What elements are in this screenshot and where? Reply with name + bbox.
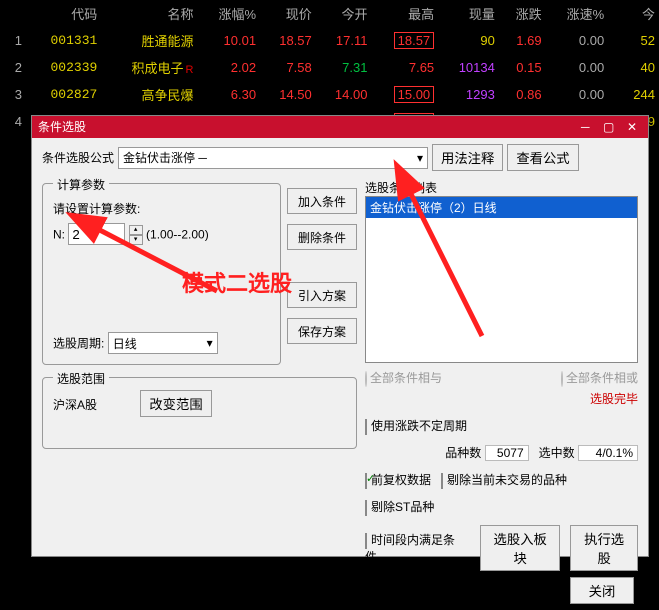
table-row[interactable]: 3002827高争民爆6.3014.5014.0015.0012930.860.…	[0, 81, 659, 108]
chk-excl-nontrading[interactable]: 剔除当前未交易的品种	[441, 471, 567, 488]
delete-condition-button[interactable]: 删除条件	[287, 224, 357, 250]
dialog-title: 条件选股	[38, 116, 86, 138]
condition-list-item[interactable]: 金钻伏击涨停（2）日线	[366, 197, 637, 218]
annotation-text: 模式二选股	[182, 266, 292, 298]
condition-list[interactable]: 金钻伏击涨停（2）日线	[365, 196, 638, 363]
minimize-icon[interactable]: ─	[575, 116, 595, 138]
to-block-button[interactable]: 选股入板块	[480, 525, 560, 571]
scope-value: 沪深A股	[53, 396, 97, 413]
period-label: 选股周期:	[53, 337, 104, 351]
calc-caption: 计算参数	[53, 176, 109, 193]
dialog-titlebar[interactable]: 条件选股 ─ ▢ ✕	[32, 116, 648, 138]
hit-value: 4/0.1%	[578, 445, 638, 461]
add-condition-button[interactable]: 加入条件	[287, 188, 357, 214]
usage-button[interactable]: 用法注释	[432, 144, 503, 171]
hit-label: 选中数	[539, 446, 575, 460]
period-dropdown[interactable]: 日线 ▾	[108, 332, 218, 354]
run-button[interactable]: 执行选股	[570, 525, 638, 571]
count-label: 品种数	[445, 446, 481, 460]
chk-fq[interactable]: 前复权数据	[365, 471, 431, 488]
chk-excl-st[interactable]: 剔除ST品种	[365, 498, 434, 515]
close-button[interactable]: 关闭	[570, 577, 634, 604]
selection-done: 选股完毕	[365, 390, 638, 407]
maximize-icon[interactable]: ▢	[599, 116, 619, 138]
chevron-down-icon: ▾	[207, 336, 213, 350]
chk-time[interactable]: 时间段内满足条件	[365, 531, 460, 565]
formula-dropdown[interactable]: 金钻伏击涨停 ─ ▾	[118, 147, 428, 169]
n-label: N:	[53, 228, 65, 242]
calc-hint: 请设置计算参数:	[53, 200, 270, 217]
spin-down-icon[interactable]: ▾	[129, 235, 143, 245]
n-range: (1.00--2.00)	[146, 228, 209, 242]
condition-stock-dialog: 条件选股 ─ ▢ ✕ 条件选股公式 金钻伏击涨停 ─ ▾ 用法注释 查看公式 计…	[31, 115, 649, 557]
opt-or: 全部条件相或	[561, 369, 638, 386]
opt-and: 全部条件相与	[365, 369, 442, 386]
close-icon[interactable]: ✕	[622, 116, 642, 138]
table-row[interactable]: 1001331胜通能源10.0118.5717.1118.57901.690.0…	[0, 27, 659, 54]
spin-up-icon[interactable]: ▴	[129, 225, 143, 235]
import-plan-button[interactable]: 引入方案	[287, 282, 357, 308]
change-scope-button[interactable]: 改变范围	[140, 390, 211, 417]
scope-caption: 选股范围	[53, 370, 109, 387]
count-value: 5077	[485, 445, 529, 461]
chk-variable-period[interactable]: 使用涨跌不定周期	[365, 419, 467, 433]
chevron-down-icon: ▾	[417, 151, 423, 165]
view-formula-button[interactable]: 查看公式	[507, 144, 578, 171]
n-input[interactable]	[68, 223, 125, 245]
save-plan-button[interactable]: 保存方案	[287, 318, 357, 344]
period-value: 日线	[113, 335, 137, 352]
table-row[interactable]: 2002339积成电子R2.027.587.317.65101340.150.0…	[0, 54, 659, 81]
list-caption: 选股条件列表	[365, 179, 638, 196]
formula-value: 金钻伏击涨停 ─	[123, 149, 207, 166]
formula-label: 条件选股公式	[42, 149, 114, 166]
